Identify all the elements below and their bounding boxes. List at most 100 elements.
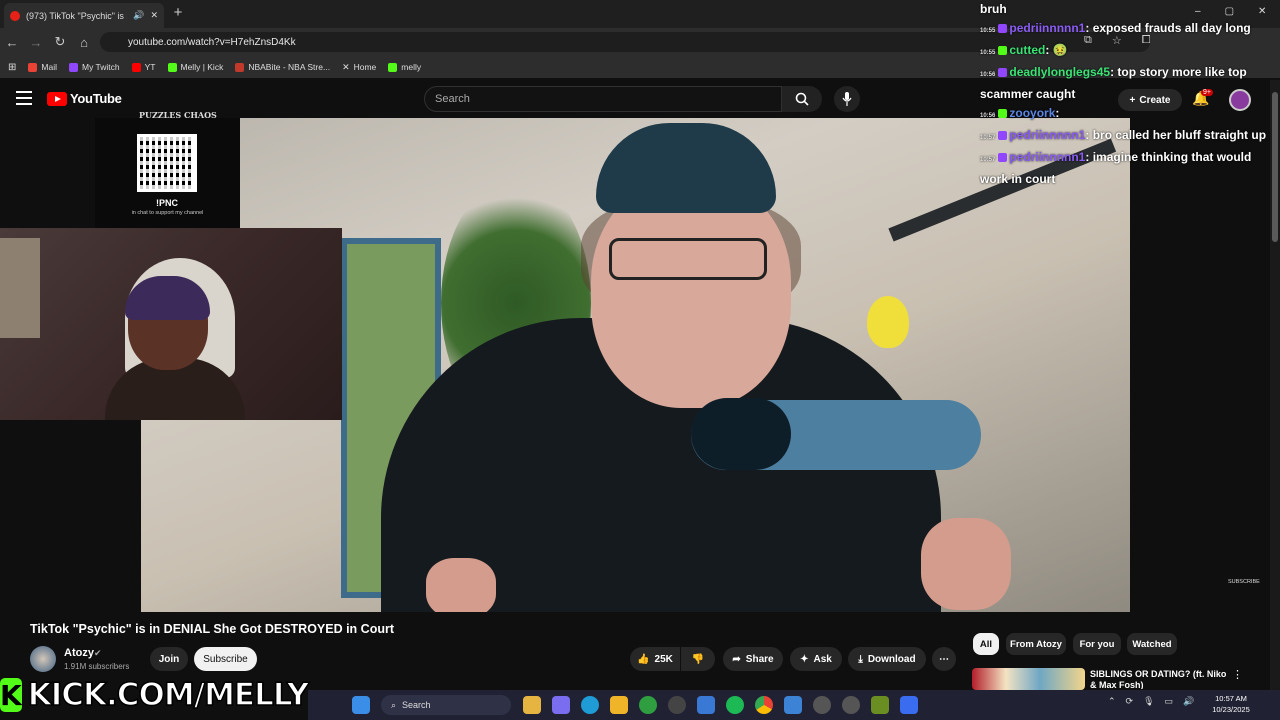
- chat-overlay: bruh 10:55 pedriinnnnn1 : exposed frauds a…: [980, 0, 1280, 230]
- minecraft-icon[interactable]: [871, 696, 889, 714]
- url-text: youtube.com/watch?v=H7ehZnsD4Kk: [128, 36, 296, 48]
- youtube-logo[interactable]: YouTube: [47, 91, 122, 106]
- taskbar-clock[interactable]: 10:57 AM 10/23/2025: [1206, 693, 1256, 715]
- bookmark-nbabite[interactable]: NBABite - NBA Stre...: [235, 62, 330, 72]
- bookmark-yt[interactable]: YT: [131, 62, 156, 72]
- clock-time: 10:57 AM: [1215, 694, 1247, 703]
- kick-badge-icon: [998, 46, 1008, 56]
- like-count: 25K: [654, 653, 673, 665]
- speaker-icon[interactable]: 🔊: [133, 10, 144, 21]
- like-button[interactable]: 👍 25K: [630, 647, 680, 671]
- verified-check-icon: ✔: [94, 648, 102, 658]
- chat-text: : exposed frauds all day long: [1085, 21, 1251, 35]
- taskbar-search-label: Search: [402, 700, 431, 710]
- network-icon[interactable]: ▭: [1165, 696, 1174, 707]
- forward-arrow-icon[interactable]: →: [24, 30, 48, 54]
- bookmark-label: YT: [144, 62, 156, 72]
- kick-badge-icon: [998, 109, 1008, 119]
- subscriber-count: 1.91M subscribers: [64, 662, 130, 671]
- media2-icon[interactable]: [842, 696, 860, 714]
- roblox-icon[interactable]: [900, 696, 918, 714]
- qr-label: !PNC: [156, 198, 178, 208]
- system-tray: ⌃ ⟳ 🎙 ▭ 🔊: [1108, 696, 1194, 707]
- voice-search-button[interactable]: [834, 86, 860, 112]
- bookmark-home[interactable]: ✕ Home: [342, 62, 376, 73]
- thumbs-up-icon: 👍: [637, 653, 650, 665]
- taskbar-search[interactable]: ⌕ Search: [381, 695, 511, 715]
- chat-time: 10:56: [980, 113, 996, 119]
- chat-message: bruh: [980, 0, 1280, 19]
- app-icon[interactable]: [668, 696, 686, 714]
- search-button[interactable]: [782, 86, 822, 112]
- thumbs-down-icon: 👎: [691, 653, 705, 665]
- recommendation-menu-icon[interactable]: ⋮: [1232, 668, 1243, 681]
- close-tab-icon[interactable]: ✕: [150, 10, 158, 21]
- folder-icon[interactable]: [610, 696, 628, 714]
- bookmark-melly-kick[interactable]: Melly | Kick: [167, 62, 223, 72]
- ask-label: Ask: [813, 653, 832, 665]
- photos-icon[interactable]: [784, 696, 802, 714]
- media-icon[interactable]: [813, 696, 831, 714]
- download-button[interactable]: ⤓ Download: [848, 647, 926, 671]
- chat-time: 10:57: [980, 135, 996, 141]
- chip-from-atozy[interactable]: From Atozy: [1006, 633, 1066, 655]
- channel-name[interactable]: Atozy: [64, 647, 94, 659]
- share-button[interactable]: ➦ Share: [723, 647, 783, 671]
- spotify-icon[interactable]: [726, 696, 744, 714]
- subscribe-watermark: SUBSCRIBE: [1228, 579, 1260, 585]
- apps-grid-icon[interactable]: ⊞: [8, 62, 16, 73]
- chat-message: 10:55 cutted: 🤢: [980, 41, 1280, 63]
- home-icon[interactable]: ⌂: [72, 30, 96, 54]
- back-arrow-icon[interactable]: ←: [0, 30, 24, 54]
- search-input[interactable]: Search: [424, 86, 782, 112]
- bookmark-mail[interactable]: Mail: [28, 62, 57, 72]
- bookmark-my-twitch[interactable]: My Twitch: [68, 62, 120, 72]
- xbox-icon[interactable]: [639, 696, 657, 714]
- bookmark-melly[interactable]: melly: [388, 62, 421, 72]
- new-tab-button[interactable]: +: [170, 5, 186, 21]
- recommendation-thumbnail[interactable]: [972, 668, 1085, 690]
- edge-icon[interactable]: [581, 696, 599, 714]
- share-arrow-icon: ➦: [732, 653, 741, 665]
- chip-watched[interactable]: Watched: [1127, 633, 1177, 655]
- chat-text: bruh: [980, 2, 1007, 16]
- join-button[interactable]: Join: [150, 647, 188, 671]
- gmail-icon: [28, 62, 38, 72]
- mic-tray-icon[interactable]: 🎙: [1143, 696, 1154, 707]
- sparkle-icon: ✦: [800, 653, 809, 665]
- chat-text: : bro called her bluff straight up: [1085, 128, 1267, 142]
- volume-icon[interactable]: 🔊: [1183, 696, 1194, 707]
- windows-start-icon[interactable]: [352, 696, 370, 714]
- chat-text: : 🤢: [1045, 43, 1068, 57]
- scrollbar-thumb[interactable]: [1272, 92, 1278, 242]
- reload-icon[interactable]: ↻: [48, 30, 72, 54]
- browser-tab[interactable]: (973) TikTok "Psychic" is in 🔊 ✕: [4, 3, 164, 28]
- chat-time: 10:55: [980, 28, 996, 34]
- download-label: Download: [867, 653, 916, 665]
- chip-for-you[interactable]: For you: [1073, 633, 1121, 655]
- chevron-up-icon[interactable]: ⌃: [1108, 696, 1116, 707]
- channel-avatar[interactable]: [30, 646, 56, 672]
- bookmark-label: melly: [401, 62, 422, 72]
- copilot-icon[interactable]: [552, 696, 570, 714]
- subscribe-button[interactable]: Subscribe: [194, 647, 257, 671]
- twitch-icon: [68, 62, 78, 72]
- ask-button[interactable]: ✦ Ask: [790, 647, 842, 671]
- store-icon[interactable]: [697, 696, 715, 714]
- sync-icon[interactable]: ⟳: [1126, 696, 1134, 707]
- twitch-badge-icon: [998, 68, 1008, 78]
- twitch-badge-icon: [998, 153, 1008, 163]
- file-explorer-icon[interactable]: [523, 696, 541, 714]
- kick-banner: K KICK.COM/MELLY: [0, 676, 310, 714]
- bookmark-label: NBABite - NBA Stre...: [248, 62, 331, 72]
- recommendation-title[interactable]: SIBLINGS OR DATING? (ft. Niko & Max Fosh…: [1090, 669, 1230, 689]
- chrome-icon[interactable]: [755, 696, 773, 714]
- more-actions-button[interactable]: ⋯: [932, 647, 956, 671]
- menu-icon[interactable]: [16, 91, 32, 105]
- chat-username: pedriinnnnn1: [1009, 128, 1086, 142]
- youtube-icon: [131, 62, 141, 72]
- person-hat: [596, 123, 776, 213]
- chip-all[interactable]: All: [973, 633, 999, 655]
- microphone-icon: [842, 92, 852, 106]
- dislike-button[interactable]: 👎: [681, 647, 715, 671]
